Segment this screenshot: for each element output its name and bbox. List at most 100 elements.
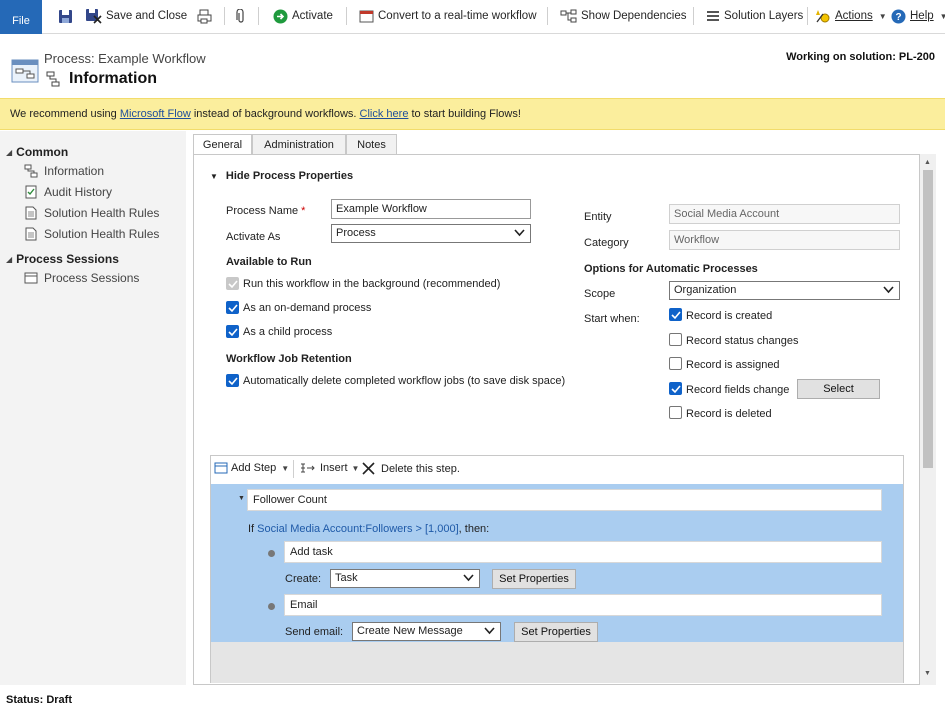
chevron-down-icon xyxy=(463,574,474,582)
chevron-down-icon xyxy=(514,229,525,237)
child-process-label: As a child process xyxy=(243,326,333,338)
entity-title: Process: Example Workflow xyxy=(44,51,206,66)
record-status-label: Record status changes xyxy=(686,335,799,347)
section-toggle[interactable]: ▼ Hide Process Properties xyxy=(210,170,353,182)
sessions-icon xyxy=(24,272,38,284)
nav-item-label: Solution Health Rules xyxy=(44,206,160,220)
nav-item-solution-health-rules[interactable]: Solution Health Rules xyxy=(24,206,159,220)
set-properties-button-2[interactable]: Set Properties xyxy=(514,622,598,642)
convert-button[interactable]: Convert to a real-time workflow xyxy=(359,6,537,26)
microsoft-flow-link[interactable]: Microsoft Flow xyxy=(120,108,191,120)
actions-menu[interactable]: Actions ▼ xyxy=(815,6,887,26)
email-step-input[interactable]: Email xyxy=(284,594,882,616)
tab-general[interactable]: General xyxy=(193,134,252,155)
notice-text: to start building Flows! xyxy=(408,108,521,120)
create-label: Create: xyxy=(285,573,322,585)
click-here-link[interactable]: Click here xyxy=(360,108,409,120)
nav-group-label: Common xyxy=(16,145,69,159)
nav-group-process-sessions[interactable]: ◢ Process Sessions xyxy=(6,252,119,266)
chevron-down-icon: ▼ xyxy=(281,463,290,473)
tab-notes[interactable]: Notes xyxy=(346,134,397,155)
create-select[interactable]: Task xyxy=(330,569,480,588)
activate-button[interactable]: Activate xyxy=(273,6,333,26)
show-dependencies-button[interactable]: Show Dependencies xyxy=(560,6,687,26)
record-fields-checkbox[interactable] xyxy=(669,382,682,395)
step-title-input[interactable]: Follower Count xyxy=(247,489,882,511)
collapse-icon: ◢ xyxy=(6,254,13,264)
activate-as-select[interactable]: Process xyxy=(331,224,531,243)
notice-text: We recommend using xyxy=(10,108,120,120)
save-icon[interactable] xyxy=(58,6,73,26)
add-step-icon xyxy=(214,462,228,474)
nav-group-label: Process Sessions xyxy=(16,252,119,266)
nav-group-common[interactable]: ◢ Common xyxy=(6,145,68,159)
attach-icon[interactable] xyxy=(236,6,246,26)
insert-icon xyxy=(301,463,315,473)
tab-administration[interactable]: Administration xyxy=(252,134,346,155)
scroll-up-icon[interactable]: ▲ xyxy=(924,159,931,166)
delete-step-button[interactable]: Delete this step. xyxy=(362,462,460,475)
insert-button[interactable]: Insert ▼ xyxy=(300,462,359,474)
notice-text: instead of background workflows. xyxy=(190,108,360,120)
task-step-input[interactable]: Add task xyxy=(284,541,882,563)
select-fields-button[interactable]: Select xyxy=(797,379,880,399)
record-assigned-checkbox[interactable] xyxy=(669,357,682,370)
help-menu[interactable]: ? Help ▼ xyxy=(891,6,945,26)
document-icon xyxy=(25,206,37,220)
process-name-label: Process Name * xyxy=(226,205,306,217)
select-value: Task xyxy=(335,572,358,584)
record-created-checkbox[interactable] xyxy=(669,308,682,321)
record-deleted-checkbox[interactable] xyxy=(669,406,682,419)
record-assigned-label: Record is assigned xyxy=(686,359,780,371)
print-icon[interactable] xyxy=(197,6,212,26)
nav-item-label: Audit History xyxy=(44,185,113,199)
scrollbar-thumb[interactable] xyxy=(923,170,933,468)
available-heading: Available to Run xyxy=(226,256,312,268)
expand-icon[interactable]: ▼ xyxy=(238,495,245,502)
collapse-icon: ▼ xyxy=(210,171,218,181)
activate-label: Activate xyxy=(292,10,333,22)
nav-item-audit-history[interactable]: Audit History xyxy=(24,185,112,199)
convert-icon xyxy=(359,10,374,22)
add-step-button[interactable]: Add Step ▼ xyxy=(214,462,289,474)
actions-label: Actions xyxy=(835,10,873,22)
on-demand-checkbox[interactable] xyxy=(226,301,239,314)
section-title: Hide Process Properties xyxy=(225,170,354,182)
child-process-checkbox[interactable] xyxy=(226,325,239,338)
nav-item-information[interactable]: Information xyxy=(24,164,104,178)
nav-item-solution-health-rules-2[interactable]: Solution Health Rules xyxy=(24,227,159,241)
auto-delete-label: Automatically delete completed workflow … xyxy=(243,375,566,387)
delete-icon xyxy=(362,462,375,475)
audit-icon xyxy=(25,185,37,199)
set-properties-button[interactable]: Set Properties xyxy=(492,569,576,589)
scroll-down-icon[interactable]: ▼ xyxy=(924,670,931,677)
retention-heading: Workflow Job Retention xyxy=(226,353,352,365)
step-bullet-icon xyxy=(268,603,275,610)
workflow-icon xyxy=(46,71,60,87)
add-step-label: Add Step xyxy=(231,462,277,474)
svg-text:?: ? xyxy=(895,12,901,23)
solution-layers-button[interactable]: Solution Layers xyxy=(706,6,803,26)
insert-label: Insert xyxy=(320,462,348,474)
nav-item-label: Process Sessions xyxy=(44,271,140,285)
process-name-input[interactable]: Example Workflow xyxy=(331,199,531,219)
record-status-checkbox[interactable] xyxy=(669,333,682,346)
chevron-down-icon: ▼ xyxy=(351,463,360,473)
send-email-label: Send email: xyxy=(285,626,344,638)
scope-select[interactable]: Organization xyxy=(669,281,900,300)
save-and-close-button[interactable]: Save and Close xyxy=(85,6,187,26)
background-checkbox[interactable] xyxy=(226,277,239,290)
show-dependencies-label: Show Dependencies xyxy=(581,10,687,22)
chevron-down-icon xyxy=(883,286,894,294)
record-deleted-label: Record is deleted xyxy=(686,408,772,420)
scope-label: Scope xyxy=(584,288,616,300)
send-email-select[interactable]: Create New Message xyxy=(352,622,501,641)
auto-delete-checkbox[interactable] xyxy=(226,374,239,387)
solution-label: Working on solution: PL-200 xyxy=(786,51,935,63)
condition-link[interactable]: Social Media Account:Followers > [1,000] xyxy=(257,523,458,535)
nav-item-process-sessions[interactable]: Process Sessions xyxy=(24,271,139,285)
help-label: Help xyxy=(910,10,934,22)
file-button[interactable]: File xyxy=(0,0,42,34)
entity-field: Social Media Account xyxy=(669,204,900,224)
nav-item-label: Information xyxy=(44,164,105,178)
